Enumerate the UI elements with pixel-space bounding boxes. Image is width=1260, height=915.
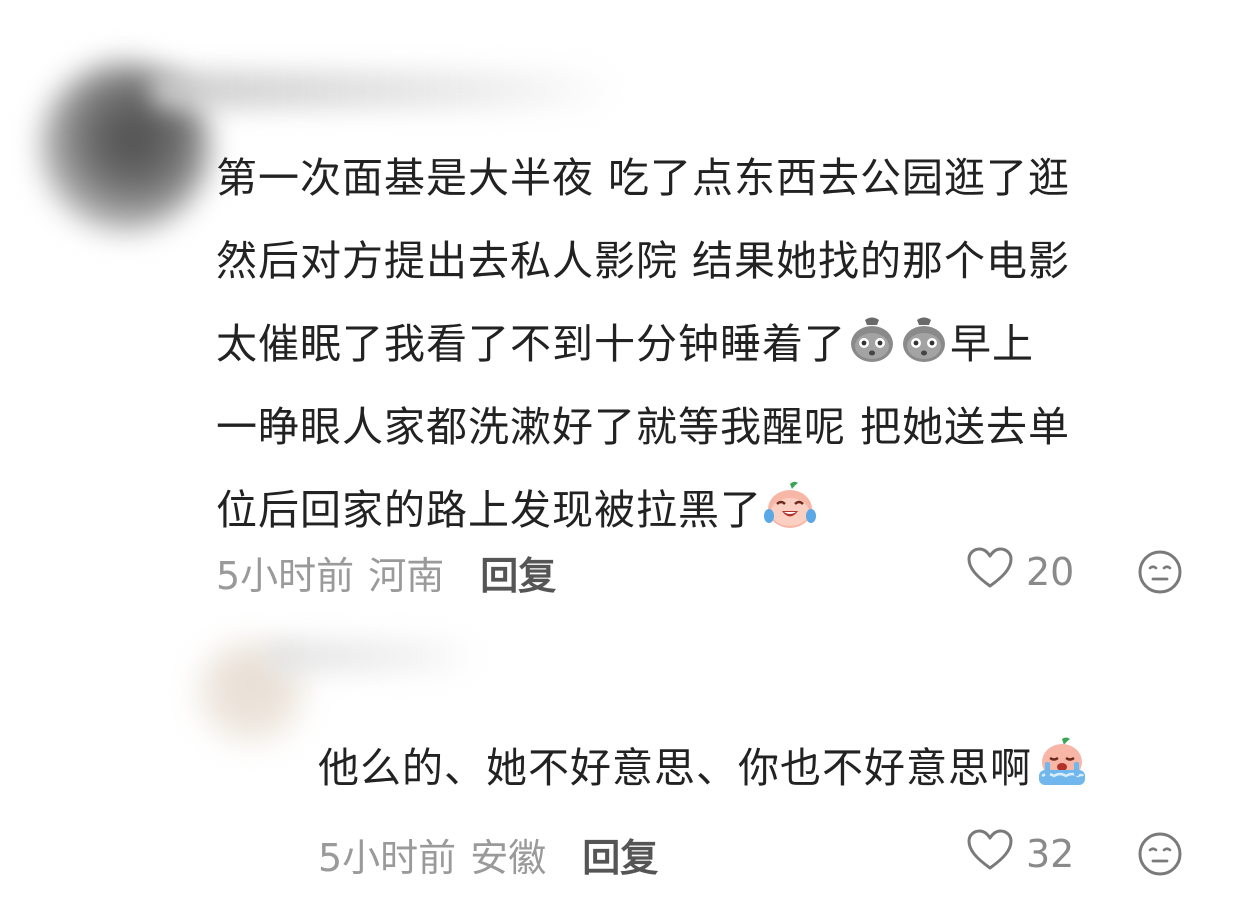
comment-line: 他么的、她不好意思、你也不好意思啊 bbox=[318, 744, 1032, 792]
reply-button[interactable]: 回复 bbox=[480, 545, 556, 600]
reply-button[interactable]: 回复 bbox=[582, 827, 658, 882]
dislike-button[interactable] bbox=[1136, 548, 1184, 596]
like-count: 20 bbox=[1026, 550, 1075, 594]
meh-face-icon bbox=[1136, 550, 1184, 600]
comment-line: 太催眠了我看了不到十分钟睡着了 bbox=[216, 320, 846, 368]
comment-time: 5小时前 bbox=[216, 553, 355, 598]
shocked-face-emoji bbox=[847, 314, 897, 364]
comment-body: 他么的、她不好意思、你也不好意思啊 bbox=[318, 727, 1218, 810]
heart-icon bbox=[966, 828, 1014, 881]
like-count: 32 bbox=[1026, 832, 1075, 876]
dislike-button[interactable] bbox=[1136, 830, 1184, 878]
comment-line: 位后回家的路上发现被拉黑了 bbox=[216, 486, 762, 534]
comment-line: 然后对方提出去私人影院 结果她找的那个电影 bbox=[216, 237, 1071, 285]
like-button[interactable]: 32 bbox=[966, 828, 1075, 881]
laugh-cry-emoji bbox=[763, 480, 817, 530]
comment-location: 安徽 bbox=[470, 835, 547, 880]
comment-line: 早上 bbox=[950, 320, 1034, 368]
comment-time: 5小时前 bbox=[318, 835, 457, 880]
comment-line: 第一次面基是大半夜 吃了点东西去公园逛了逛 bbox=[216, 154, 1071, 202]
comment-meta: 5小时前 河南 回复 bbox=[216, 548, 556, 598]
comment-body: 第一次面基是大半夜 吃了点东西去公园逛了逛 然后对方提出去私人影院 结果她找的那… bbox=[216, 137, 1216, 552]
comment-line: 一睁眼人家都洗漱好了就等我醒呢 把她送去单 bbox=[216, 403, 1071, 451]
meh-face-icon bbox=[1136, 832, 1184, 882]
comment-location: 河南 bbox=[368, 553, 445, 598]
like-button[interactable]: 20 bbox=[966, 546, 1075, 599]
username[interactable] bbox=[150, 70, 620, 110]
sobbing-emoji bbox=[1033, 736, 1091, 788]
comment-meta: 5小时前 安徽 回复 bbox=[318, 830, 658, 880]
username[interactable] bbox=[265, 638, 480, 674]
shocked-face-emoji bbox=[899, 314, 949, 364]
heart-icon bbox=[966, 546, 1014, 599]
